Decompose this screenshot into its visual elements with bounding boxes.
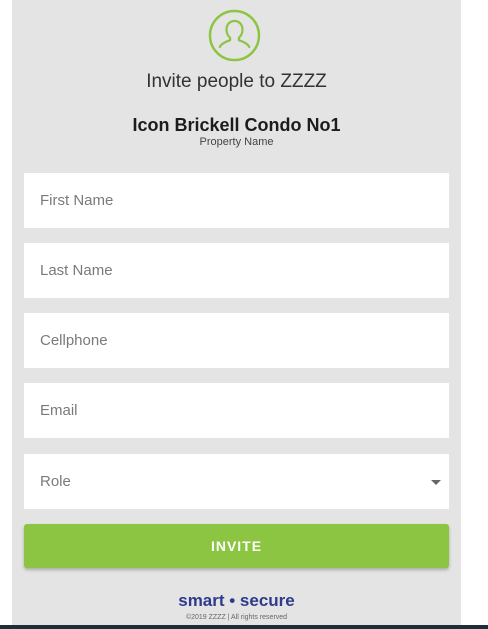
invite-panel: Invite people to ZZZZ Icon Brickell Cond… <box>12 0 461 625</box>
caret-down-icon <box>431 480 441 485</box>
copyright-text: ©2019 ZZZZ | All rights reserved <box>185 614 288 621</box>
page-title: Invite people to ZZZZ <box>146 71 327 92</box>
property-name: Icon Brickell Condo No1 <box>132 115 341 135</box>
bottom-bar <box>0 625 488 629</box>
tagline: smart • secure <box>178 591 295 610</box>
role-select-label: Role <box>40 473 71 490</box>
last-name-input[interactable] <box>24 243 449 298</box>
email-input[interactable] <box>24 383 449 438</box>
first-name-input[interactable] <box>24 173 449 228</box>
cellphone-input[interactable] <box>24 313 449 368</box>
user-avatar-icon <box>208 9 261 62</box>
role-select[interactable]: Role <box>24 454 449 509</box>
property-name-caption: Property Name <box>199 136 274 148</box>
invite-button[interactable]: INVITE <box>24 524 449 568</box>
